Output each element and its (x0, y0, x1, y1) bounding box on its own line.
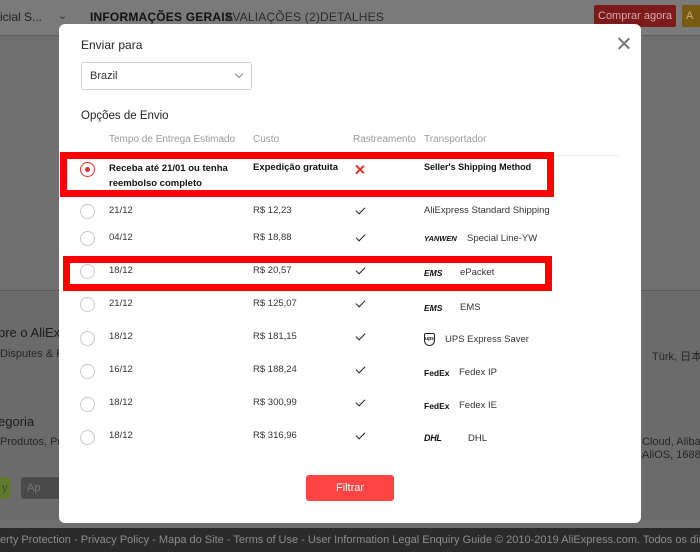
dhl-logo-icon: DHL (424, 433, 442, 443)
radio-button[interactable] (80, 397, 95, 412)
shipping-row[interactable]: 18/12 R$ 300,99 FedEx Fedex IE (59, 396, 641, 426)
language-links[interactable]: Türk, 日本語 (652, 348, 700, 364)
shipping-cost: R$ 316,96 (253, 430, 297, 441)
carrier-name: AliExpress Standard Shipping (424, 205, 550, 216)
tab-reviews[interactable]: AVALIAÇÕES (2) (225, 10, 320, 24)
add-to-cart-button[interactable]: A (682, 5, 700, 27)
check-icon (355, 204, 366, 215)
shipping-row[interactable]: 18/12 R$ 20,57 EMS ePacket (59, 264, 641, 294)
carrier-name: Fedex IP (459, 367, 498, 378)
delivery-time: 04/12 (109, 232, 133, 243)
shipping-cost: R$ 181,15 (253, 331, 297, 342)
fedex-logo-icon: FedEx (424, 368, 450, 378)
carrier-name: DHL (468, 433, 488, 444)
radio-button[interactable] (80, 364, 95, 379)
carrier-name: ePacket (460, 267, 495, 278)
legal-footer: erty Protection - Privacy Policy - Mapa … (0, 528, 700, 552)
shipping-cost: R$ 125,07 (253, 298, 297, 309)
app-store-badge[interactable]: Ap (21, 477, 61, 499)
shipping-cost: R$ 20,57 (253, 265, 292, 276)
shipping-row[interactable]: 18/12 R$ 181,15 ups UPS Express Saver (59, 330, 641, 360)
fedex-logo-icon: FedEx (424, 401, 450, 411)
check-icon (355, 429, 366, 440)
check-icon (355, 363, 366, 374)
delivery-time: 21/12 (109, 298, 133, 309)
country-select[interactable]: Brazil (81, 62, 252, 90)
carrier-name: UPS Express Saver (445, 334, 529, 345)
alibaba-links-2[interactable]: AliOS, 1688, (642, 449, 700, 461)
delivery-time: 18/12 (109, 397, 133, 408)
shipping-row[interactable]: 21/12 R$ 12,23 AliExpress Standard Shipp… (59, 204, 641, 234)
check-icon (355, 330, 366, 341)
shipping-cost: Expedição gratuita (253, 162, 338, 173)
shipping-cost: R$ 300,99 (253, 397, 297, 408)
radio-button[interactable] (80, 264, 95, 279)
modal-title: Enviar para (81, 38, 143, 52)
shipping-row[interactable]: 16/12 R$ 188,24 FedEx Fedex IP (59, 363, 641, 393)
yanwen-logo-icon: YANWEN (424, 234, 457, 243)
shipping-row[interactable]: 21/12 R$ 125,07 EMS EMS (59, 297, 641, 327)
check-icon (355, 297, 366, 308)
check-icon (355, 264, 366, 275)
ems-logo-icon: EMS (424, 303, 443, 313)
category-link[interactable]: Produtos, Pro (0, 436, 67, 448)
country-value: Brazil (90, 70, 118, 82)
chevron-down-icon (234, 69, 244, 79)
delivery-time: 18/12 (109, 265, 133, 276)
header-carrier: Transportador (424, 134, 487, 145)
radio-button[interactable] (80, 162, 95, 177)
radio-button[interactable] (80, 297, 95, 312)
shipping-cost: R$ 18,88 (253, 232, 292, 243)
tab-details[interactable]: DETALHES (320, 10, 384, 24)
delivery-time: 21/12 (109, 205, 133, 216)
check-icon (355, 231, 366, 242)
radio-button[interactable] (80, 204, 95, 219)
cross-icon (354, 164, 365, 175)
shipping-options-title: Opções de Envio (81, 110, 169, 122)
shipping-row[interactable]: 04/12 R$ 18,88 YANWEN Special Line-YW (59, 231, 641, 261)
radio-button[interactable] (80, 231, 95, 246)
chevron-down-icon: ⌄ (58, 10, 68, 22)
delivery-time: 16/12 (109, 364, 133, 375)
carrier-name: Seller's Shipping Method (424, 162, 532, 172)
header-cost: Custo (253, 134, 280, 145)
tab-overview[interactable]: INFORMAÇÕES GERAIS (90, 10, 233, 34)
header-divider (81, 155, 619, 156)
alibaba-links-1[interactable]: Cloud, Alibab (642, 436, 700, 448)
header-delivery: Tempo de Entrega Estimado (109, 134, 236, 145)
delivery-time: Receba até 21/01 ou tenha reembolso comp… (109, 163, 228, 189)
category-heading: egoria (0, 414, 35, 429)
ups-logo-icon: ups (424, 333, 435, 346)
shipping-row[interactable]: 18/12 R$ 316,96 DHL DHL (59, 429, 641, 459)
delivery-time: 18/12 (109, 331, 133, 342)
shipping-cost: R$ 12,23 (253, 205, 292, 216)
radio-button[interactable] (80, 331, 95, 346)
shipping-modal: Enviar para Brazil Opções de Envio Tempo… (59, 24, 641, 523)
carrier-name: EMS (460, 302, 481, 313)
carrier-name: Special Line-YW (467, 233, 538, 244)
close-icon[interactable] (615, 35, 633, 53)
header-tracking: Rastreamento (353, 134, 416, 145)
filter-button[interactable]: Filtrar (306, 475, 394, 501)
shipping-row[interactable]: Receba até 21/01 ou tenha reembolso comp… (59, 161, 641, 191)
store-name: icial S... (0, 10, 43, 24)
about-heading: bre o AliEx (0, 325, 61, 340)
ems-logo-icon: EMS (424, 268, 443, 278)
carrier-name: Fedex IE (459, 400, 498, 411)
check-icon (355, 396, 366, 407)
google-play-badge[interactable]: y (0, 477, 10, 499)
shipping-cost: R$ 188,24 (253, 364, 297, 375)
radio-button[interactable] (80, 430, 95, 445)
delivery-time: 18/12 (109, 430, 133, 441)
